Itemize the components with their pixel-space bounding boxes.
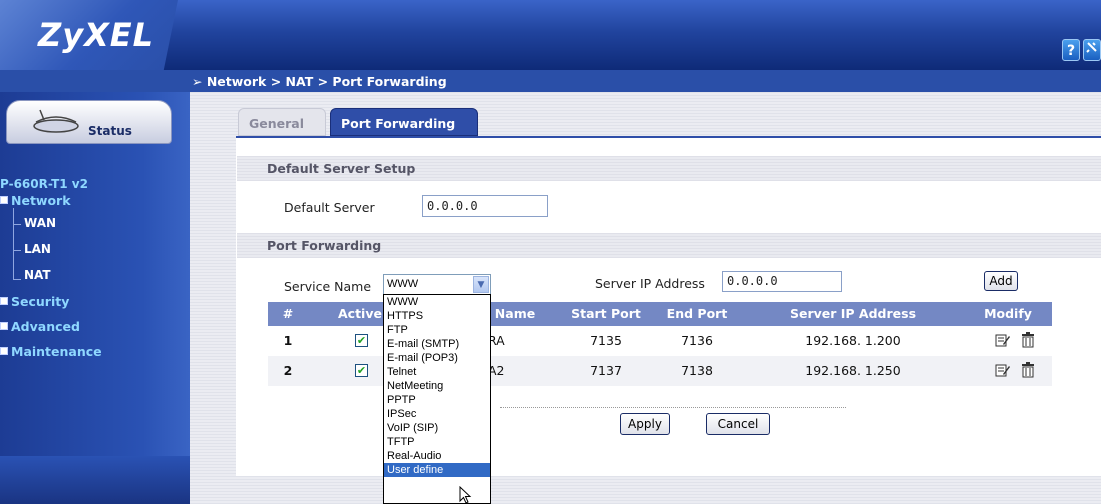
breadcrumb-band (0, 70, 1101, 92)
router-icon (33, 109, 79, 133)
sidebar-item-network[interactable]: Network (0, 193, 71, 208)
row-server-ip: 192.168. 1.200 (805, 333, 901, 348)
server-ip-label: Server IP Address (595, 276, 705, 291)
tree-line (13, 208, 14, 280)
dropdown-option[interactable]: E-mail (POP3) (384, 351, 490, 365)
wizard-icon[interactable] (1083, 39, 1101, 61)
zyxel-logo: ZyXEL (38, 16, 154, 54)
device-name: P-660R-T1 v2 (0, 177, 88, 191)
dropdown-option[interactable]: NetMeeting (384, 379, 490, 393)
dropdown-option[interactable]: TFTP (384, 435, 490, 449)
cancel-button[interactable]: Cancel (706, 413, 770, 435)
row-start-port: 7137 (590, 363, 622, 378)
default-server-label: Default Server (284, 200, 375, 215)
tree-tick (13, 224, 21, 225)
header-tools: ? (1062, 39, 1101, 61)
section-default-server: Default Server Setup (237, 156, 1101, 181)
trash-icon[interactable] (1021, 362, 1035, 378)
active-checkbox[interactable]: ✔ (355, 334, 368, 347)
mouse-cursor-icon (459, 486, 472, 504)
tab-general[interactable]: General (238, 108, 326, 136)
service-name-dropdown-list[interactable]: WWW HTTPS FTP E-mail (SMTP) E-mail (POP3… (383, 294, 491, 504)
sidebar-item-advanced[interactable]: Advanced (0, 319, 80, 334)
status-label[interactable]: Status (88, 124, 132, 138)
dropdown-option[interactable]: Real-Audio (384, 449, 490, 463)
sidebar-item-label: Advanced (11, 319, 80, 334)
row-end-port: 7138 (681, 363, 713, 378)
sidebar-item-label: Network (11, 193, 71, 208)
dropdown-option[interactable]: IPSec (384, 407, 490, 421)
tree-tick (13, 279, 21, 280)
top-header: ZyXEL ? (0, 0, 1101, 70)
expand-icon (0, 347, 8, 355)
tree-tick (13, 250, 21, 251)
section-port-forwarding: Port Forwarding (237, 233, 1101, 258)
row-num: 1 (283, 333, 293, 348)
sidebar-item-label: Maintenance (11, 344, 102, 359)
breadcrumb-arrow-icon: ➢ (192, 74, 207, 89)
dropdown-option[interactable]: FTP (384, 323, 490, 337)
col-modify: Modify (984, 306, 1032, 321)
col-active: Active (338, 306, 382, 321)
tab-port-forwarding[interactable]: Port Forwarding (330, 108, 478, 136)
dropdown-option[interactable]: PPTP (384, 393, 490, 407)
col-server-ip: Server IP Address (789, 306, 917, 321)
service-name-label: Service Name (284, 279, 372, 294)
col-end-port: End Port (666, 306, 728, 321)
sidebar-item-maintenance[interactable]: Maintenance (0, 344, 102, 359)
edit-icon[interactable] (995, 332, 1011, 348)
col-num: # (282, 306, 294, 321)
dropdown-option[interactable]: VoIP (SIP) (384, 421, 490, 435)
sidebar-footer (0, 456, 190, 504)
dropdown-option[interactable]: E-mail (SMTP) (384, 337, 490, 351)
row-name: A2 (488, 363, 505, 378)
breadcrumb: ➢ Network > NAT > Port Forwarding (192, 74, 447, 89)
sidebar-item-wan[interactable]: WAN (24, 216, 56, 230)
help-icon[interactable]: ? (1062, 39, 1080, 61)
row-num: 2 (283, 363, 293, 378)
breadcrumb-text: Network > NAT > Port Forwarding (206, 74, 447, 89)
sidebar-item-label: Security (11, 294, 70, 309)
default-server-input[interactable]: 0.0.0.0 (422, 195, 548, 217)
dropdown-option-highlighted[interactable]: User define (384, 463, 490, 477)
apply-button[interactable]: Apply (620, 413, 670, 435)
row-end-port: 7136 (681, 333, 713, 348)
expand-icon (0, 297, 8, 305)
row-server-ip: 192.168. 1.250 (805, 363, 901, 378)
sidebar-item-lan[interactable]: LAN (24, 242, 51, 256)
dropdown-option[interactable]: HTTPS (384, 309, 490, 323)
dropdown-option[interactable]: WWW (384, 295, 490, 309)
dropdown-option[interactable]: Telnet (384, 365, 490, 379)
collapse-icon (0, 196, 8, 204)
active-checkbox[interactable]: ✔ (355, 364, 368, 377)
chevron-down-icon[interactable]: ▼ (473, 276, 489, 293)
trash-icon[interactable] (1021, 332, 1035, 348)
server-ip-input[interactable]: 0.0.0.0 (722, 271, 842, 292)
col-start-port: Start Port (571, 306, 641, 321)
edit-icon[interactable] (995, 362, 1011, 378)
divider (500, 407, 846, 408)
add-button[interactable]: Add (984, 271, 1018, 291)
expand-icon (0, 322, 8, 330)
sidebar-item-nat[interactable]: NAT (24, 268, 51, 282)
row-start-port: 7135 (590, 333, 622, 348)
row-name: RA (488, 333, 505, 348)
sidebar-item-security[interactable]: Security (0, 294, 69, 309)
